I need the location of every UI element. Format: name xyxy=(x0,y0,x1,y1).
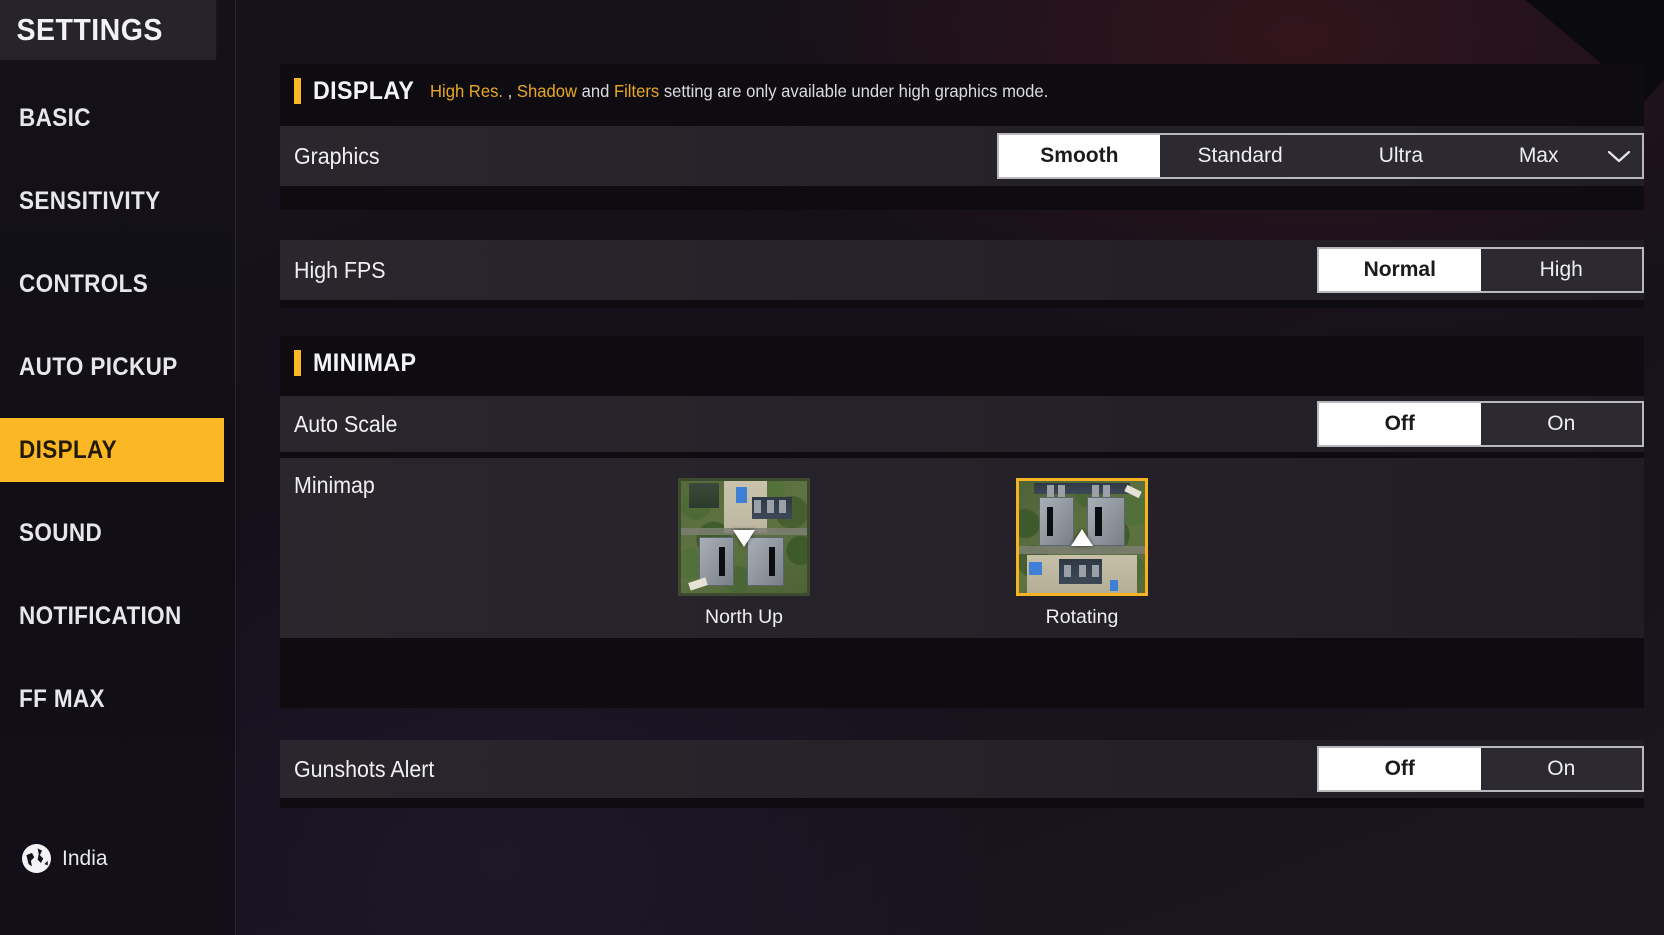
settings-content: DISPLAY High Res. , Shadow and Filters s… xyxy=(236,0,1664,935)
sidebar-item-sensitivity[interactable]: SENSITIVITY xyxy=(0,169,235,233)
graphics-label: Graphics xyxy=(294,142,380,169)
region-label: India xyxy=(62,846,108,870)
sidebar-item-label: NOTIFICATION xyxy=(19,601,182,630)
note-sep-1: , xyxy=(507,80,517,101)
gunshots-alert-label: Gunshots Alert xyxy=(294,755,435,782)
sidebar-item-label: SOUND xyxy=(19,518,103,547)
auto-scale-option-on[interactable]: On xyxy=(1481,403,1643,445)
minimap-section-title: MINIMAP xyxy=(313,348,417,377)
row-auto-scale: Auto Scale Off On xyxy=(280,396,1644,452)
minimap-art xyxy=(681,481,807,593)
minimap-section-header: MINIMAP xyxy=(280,336,1644,390)
globe-icon xyxy=(22,844,51,873)
display-section-note: High Res. , Shadow and Filters setting a… xyxy=(430,81,1048,102)
minimap-caption-north-up: North Up xyxy=(704,606,784,628)
high-fps-group: High FPS Normal High xyxy=(280,240,1644,308)
sidebar-item-notification[interactable]: NOTIFICATION xyxy=(0,584,235,648)
row-gunshots-alert: Gunshots Alert Off On xyxy=(280,740,1644,798)
minimap-caption-rotating: Rotating xyxy=(1045,606,1119,628)
row-minimap: Minimap North Up Rotating xyxy=(280,458,1644,638)
minimap-label: Minimap xyxy=(294,472,375,498)
note-shadow: Shadow xyxy=(516,80,577,101)
gunshots-alert-option-on[interactable]: On xyxy=(1481,748,1643,790)
note-high-res: High Res. xyxy=(429,80,508,101)
sidebar: SETTINGS BASIC SENSITIVITY CONTROLS AUTO… xyxy=(0,0,236,935)
row-graphics: Graphics Smooth Standard Ultra Max xyxy=(280,126,1644,186)
auto-scale-label: Auto Scale xyxy=(294,410,398,437)
gunshots-alert-group: Gunshots Alert Off On xyxy=(280,740,1644,808)
section-accent-bar xyxy=(294,78,301,104)
high-fps-label: High FPS xyxy=(294,256,386,283)
minimap-thumbnail-north-up[interactable] xyxy=(678,478,810,596)
page-title: SETTINGS xyxy=(0,0,217,60)
chevron-down-icon[interactable] xyxy=(1596,135,1642,177)
auto-scale-option-off[interactable]: Off xyxy=(1319,403,1481,445)
graphics-option-max[interactable]: Max xyxy=(1481,135,1596,177)
minimap-group: MINIMAP Auto Scale Off On Minimap North … xyxy=(280,336,1644,708)
high-fps-option-high[interactable]: High xyxy=(1481,249,1643,291)
display-section-title: DISPLAY xyxy=(313,76,415,105)
note-filters: Filters xyxy=(613,80,660,101)
sidebar-item-label: SENSITIVITY xyxy=(19,186,161,215)
graphics-option-smooth[interactable]: Smooth xyxy=(999,135,1160,177)
display-group: DISPLAY High Res. , Shadow and Filters s… xyxy=(280,64,1644,210)
minimap-art xyxy=(1019,481,1145,593)
minimap-choices: North Up Rotating xyxy=(678,478,1148,629)
section-accent-bar xyxy=(294,350,301,376)
display-section-header: DISPLAY High Res. , Shadow and Filters s… xyxy=(280,64,1644,118)
sidebar-item-label: CONTROLS xyxy=(19,269,149,298)
gunshots-alert-option-off[interactable]: Off xyxy=(1319,748,1481,790)
page-title-text: SETTINGS xyxy=(16,12,163,47)
settings-screen: SETTINGS BASIC SENSITIVITY CONTROLS AUTO… xyxy=(0,0,1664,935)
sidebar-item-label: AUTO PICKUP xyxy=(19,352,178,381)
sidebar-item-ff-max[interactable]: FF MAX xyxy=(0,667,235,731)
minimap-choice-north-up[interactable]: North Up xyxy=(678,478,810,629)
graphics-segmented-control: Smooth Standard Ultra Max xyxy=(997,133,1644,179)
note-and: and xyxy=(576,80,614,101)
graphics-option-standard[interactable]: Standard xyxy=(1160,135,1321,177)
sidebar-menu: BASIC SENSITIVITY CONTROLS AUTO PICKUP D… xyxy=(0,86,235,731)
gunshots-alert-segmented-control: Off On xyxy=(1317,746,1644,792)
region-selector[interactable]: India xyxy=(22,844,108,873)
auto-scale-segmented-control: Off On xyxy=(1317,401,1644,447)
sidebar-item-auto-pickup[interactable]: AUTO PICKUP xyxy=(0,335,235,399)
high-fps-option-normal[interactable]: Normal xyxy=(1319,249,1481,291)
note-tail: setting are only available under high gr… xyxy=(659,80,1049,101)
sidebar-item-controls[interactable]: CONTROLS xyxy=(0,252,235,316)
sidebar-item-display[interactable]: DISPLAY xyxy=(0,418,224,482)
sidebar-item-sound[interactable]: SOUND xyxy=(0,501,235,565)
sidebar-item-basic[interactable]: BASIC xyxy=(0,86,235,150)
sidebar-item-label: DISPLAY xyxy=(19,435,117,464)
minimap-thumbnail-rotating[interactable] xyxy=(1016,478,1148,596)
sidebar-item-label: BASIC xyxy=(19,103,91,132)
row-high-fps: High FPS Normal High xyxy=(280,240,1644,300)
minimap-choice-rotating[interactable]: Rotating xyxy=(1016,478,1148,629)
graphics-option-ultra[interactable]: Ultra xyxy=(1321,135,1482,177)
high-fps-segmented-control: Normal High xyxy=(1317,247,1644,293)
sidebar-item-label: FF MAX xyxy=(19,684,105,713)
